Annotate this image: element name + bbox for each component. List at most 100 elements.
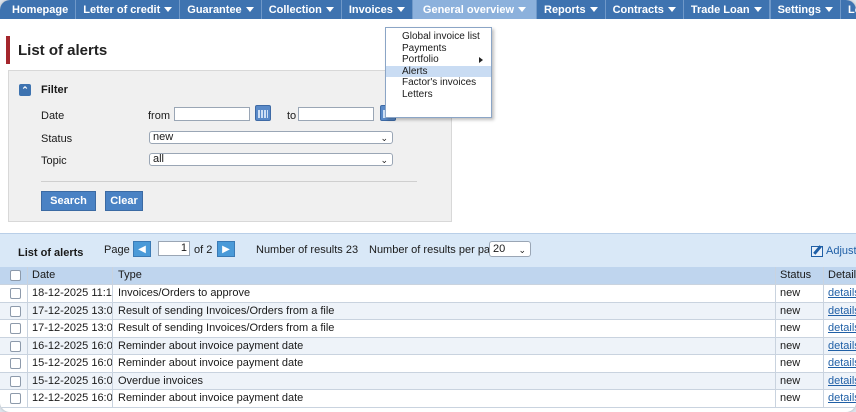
caret-down-icon xyxy=(325,7,334,12)
header-status[interactable]: Status xyxy=(776,267,824,284)
date-from-input[interactable] xyxy=(174,107,250,121)
select-all-checkbox[interactable] xyxy=(10,270,21,281)
row-checkbox[interactable] xyxy=(10,305,21,317)
header-type[interactable]: Type xyxy=(113,267,776,284)
nav-label: General overview xyxy=(422,3,514,16)
row-type: Result of sending Invoices/Orders from a… xyxy=(113,320,776,337)
table-row: 15-12-2025 16:00 Overdue invoices new de… xyxy=(0,372,856,390)
nav-label: Contracts xyxy=(612,3,664,16)
caret-down-icon xyxy=(164,7,173,12)
table-row: 18-12-2025 11:15 Invoices/Orders to appr… xyxy=(0,285,856,303)
details-link[interactable]: details xyxy=(828,357,856,369)
calendar-icon[interactable] xyxy=(255,105,271,121)
nav-invoices[interactable]: Invoices xyxy=(342,0,413,19)
row-status: new xyxy=(776,320,824,337)
row-checkbox[interactable] xyxy=(10,358,21,369)
details-link[interactable]: details xyxy=(828,392,856,404)
filter-title: Filter xyxy=(41,84,68,96)
row-status: new xyxy=(776,372,824,389)
nav-label: Reports xyxy=(544,3,586,16)
next-page-button[interactable]: ▶ xyxy=(217,241,235,257)
page-title: List of alerts xyxy=(6,36,107,64)
row-details-cell: details xyxy=(824,303,856,320)
menu-item-letters[interactable]: Letters xyxy=(386,89,491,101)
per-page-value: 20 xyxy=(493,243,506,255)
row-type: Reminder about invoice payment date xyxy=(113,337,776,354)
menu-item-payments[interactable]: Payments xyxy=(386,43,491,55)
row-details-cell: details xyxy=(824,390,856,407)
nav-label: Trade Loan xyxy=(690,3,750,16)
page-of-label: of 2 xyxy=(194,244,213,256)
table-row: 17-12-2025 13:03 Result of sending Invoi… xyxy=(0,302,856,320)
adjust-label: Adjust xyxy=(826,245,856,257)
page-input[interactable]: 1 xyxy=(158,241,190,256)
nav-letter-of-credit[interactable]: Letter of credit xyxy=(76,0,181,19)
caret-down-icon xyxy=(753,7,762,12)
details-link[interactable]: details xyxy=(828,322,856,334)
row-date: 18-12-2025 11:15 xyxy=(28,285,113,302)
details-link[interactable]: details xyxy=(828,375,856,387)
results-count: Number of results 23 xyxy=(256,244,359,256)
menu-item-label: Portfolio xyxy=(402,54,439,65)
status-select-value: new xyxy=(153,131,174,143)
row-checkbox[interactable] xyxy=(10,393,21,404)
per-page-select[interactable]: 20 ⌄ xyxy=(489,241,531,257)
details-link[interactable]: details xyxy=(828,340,856,352)
nav-label: Settings xyxy=(777,3,821,16)
row-type: Reminder about invoice payment date xyxy=(113,355,776,372)
details-link[interactable]: details xyxy=(828,305,856,317)
row-details-cell: details xyxy=(824,338,856,355)
nav-settings[interactable]: Settings xyxy=(771,0,841,19)
status-select[interactable]: new ⌄ xyxy=(149,131,393,144)
search-button[interactable]: Search xyxy=(41,191,96,211)
row-checkbox[interactable] xyxy=(10,375,21,387)
row-checkbox[interactable] xyxy=(10,323,21,334)
nav-general-overview[interactable]: General overview xyxy=(412,0,537,19)
topic-label: Topic xyxy=(41,155,67,167)
caret-down-icon xyxy=(518,7,526,12)
row-select-cell xyxy=(0,372,28,389)
clear-button[interactable]: Clear xyxy=(105,191,143,211)
nav-label: Logout xyxy=(848,3,856,16)
collapse-icon[interactable]: ⌃ xyxy=(19,84,31,96)
header-details: Details xyxy=(828,269,856,281)
menu-item-global-invoice-list[interactable]: Global invoice list xyxy=(386,31,491,43)
row-checkbox[interactable] xyxy=(10,340,21,352)
row-checkbox[interactable] xyxy=(10,288,21,299)
row-status: new xyxy=(776,302,824,319)
header-date[interactable]: Date xyxy=(28,267,113,284)
nav-label: Letter of credit xyxy=(83,3,161,16)
results-title: List of alerts xyxy=(18,247,84,259)
adjust-link[interactable]: Adjust xyxy=(811,245,856,257)
row-type: Invoices/Orders to approve xyxy=(113,285,776,302)
top-nav: Homepage Letter of credit Guarantee Coll… xyxy=(0,0,856,19)
prev-page-button[interactable]: ◀ xyxy=(133,241,151,257)
row-select-cell xyxy=(0,302,28,319)
nav-logout[interactable]: Logout xyxy=(841,0,856,19)
nav-homepage[interactable]: Homepage xyxy=(0,0,77,19)
row-status: new xyxy=(776,390,824,407)
row-select-cell xyxy=(0,390,28,407)
row-date: 12-12-2025 16:00 xyxy=(28,390,113,407)
table-row: 17-12-2025 13:02 Result of sending Invoi… xyxy=(0,320,856,338)
row-status: new xyxy=(776,337,824,354)
nav-contracts[interactable]: Contracts xyxy=(606,0,684,19)
date-to-input[interactable] xyxy=(298,107,374,121)
nav-guarantee[interactable]: Guarantee xyxy=(180,0,262,19)
nav-trade-loan[interactable]: Trade Loan xyxy=(684,0,770,19)
edit-icon xyxy=(811,245,823,257)
menu-item-portfolio[interactable]: Portfolio xyxy=(386,54,491,66)
nav-reports[interactable]: Reports xyxy=(537,0,606,19)
nav-collection[interactable]: Collection xyxy=(262,0,342,19)
row-select-cell xyxy=(0,285,28,302)
menu-item-factors-invoices[interactable]: Factor's invoices xyxy=(386,77,491,89)
row-type: Result of sending Invoices/Orders from a… xyxy=(113,302,776,319)
details-link[interactable]: details xyxy=(828,287,856,299)
row-details-cell: details xyxy=(824,320,856,337)
topic-select[interactable]: all ⌄ xyxy=(149,153,393,166)
caret-down-icon xyxy=(589,7,598,12)
topic-select-value: all xyxy=(153,153,165,165)
row-date: 15-12-2025 16:00 xyxy=(28,372,113,389)
row-select-cell xyxy=(0,355,28,372)
menu-item-alerts[interactable]: Alerts xyxy=(386,65,491,77)
